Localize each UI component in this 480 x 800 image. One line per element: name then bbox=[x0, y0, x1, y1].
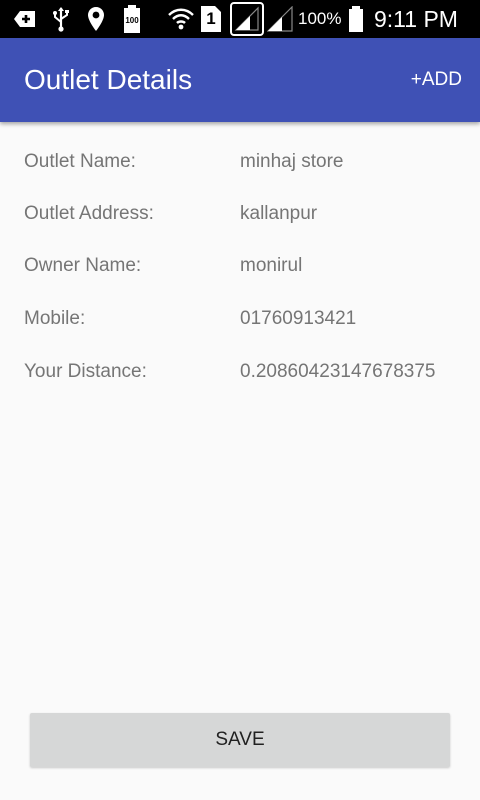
signal-icon bbox=[267, 0, 293, 38]
wifi-icon bbox=[166, 0, 196, 38]
add-button[interactable]: +ADD bbox=[411, 38, 462, 122]
signal-icon bbox=[230, 0, 264, 38]
owner-name-label: Owner Name: bbox=[24, 255, 142, 276]
toolbar: Outlet Details +ADD bbox=[0, 38, 480, 122]
notification-plus-icon bbox=[10, 0, 40, 38]
usb-icon bbox=[50, 0, 72, 38]
outlet-name-value: minhaj store bbox=[240, 151, 344, 172]
mobile-value: 01760913421 bbox=[240, 308, 357, 329]
mobile-label: Mobile: bbox=[24, 308, 86, 329]
location-pin-icon bbox=[84, 0, 108, 38]
status-bar: 100 1 100% 9:11 PM bbox=[0, 0, 480, 38]
clock: 9:11 PM bbox=[374, 6, 458, 32]
battery-icon bbox=[346, 0, 366, 38]
outlet-name-label: Outlet Name: bbox=[24, 151, 136, 172]
distance-value: 0.20860423147678375 bbox=[240, 361, 436, 382]
sim-slot-number: 1 bbox=[206, 9, 216, 28]
battery-percent: 100% bbox=[298, 9, 342, 28]
battery-level-text: 100 bbox=[125, 16, 139, 25]
distance-label: Your Distance: bbox=[24, 361, 147, 382]
owner-name-value: monirul bbox=[240, 255, 303, 276]
outlet-address-value: kallanpur bbox=[240, 203, 318, 224]
page-title: Outlet Details bbox=[24, 64, 193, 95]
outlet-address-label: Outlet Address: bbox=[24, 203, 154, 224]
save-button[interactable]: SAVE bbox=[30, 713, 450, 767]
